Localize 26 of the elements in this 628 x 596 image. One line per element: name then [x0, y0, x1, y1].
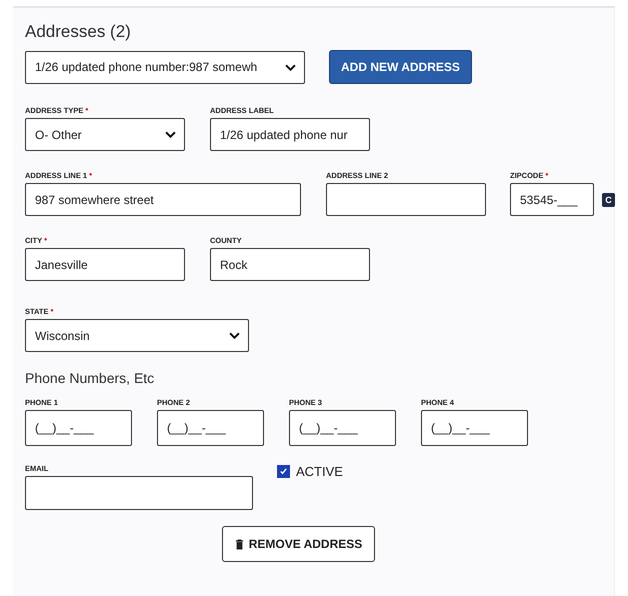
input-field[interactable]: 53545-___ [510, 183, 594, 216]
section-heading: Phone Numbers, Etc [25, 370, 156, 386]
add-address-button[interactable]: ADD NEW ADDRESS [329, 50, 472, 84]
chevron-down-icon [285, 64, 296, 70]
checkbox-label: ACTIVE [296, 464, 343, 478]
input-field[interactable]: Rock [210, 248, 370, 281]
phone-field[interactable]: (__)__-___ [421, 410, 528, 446]
section-title: Addresses (2) [25, 22, 132, 42]
email-field[interactable] [25, 476, 253, 510]
phone-field[interactable]: (__)__-___ [157, 410, 264, 446]
address-select[interactable]: 1/26 updated phone number:987 somewh [25, 50, 305, 84]
chevron-down-icon [229, 332, 240, 339]
phone-field[interactable]: (__)__-___ [289, 410, 396, 446]
input-field[interactable]: Janesville [25, 248, 185, 281]
input-field[interactable] [326, 183, 486, 216]
input-field[interactable]: 987 somewhere street [25, 183, 301, 216]
chevron-down-icon [165, 131, 176, 138]
trash-icon [234, 538, 244, 550]
dropdown-field[interactable]: O- Other [25, 118, 185, 151]
checkmark-icon [279, 466, 288, 476]
phone-field[interactable]: (__)__-___ [25, 410, 132, 446]
clear-badge[interactable]: C [602, 192, 615, 206]
active-checkbox[interactable] [277, 464, 290, 478]
remove-address-button[interactable]: REMOVE ADDRESS [222, 526, 376, 562]
dropdown-field[interactable]: Wisconsin [25, 319, 249, 352]
input-field[interactable]: 1/26 updated phone nur [210, 118, 370, 151]
